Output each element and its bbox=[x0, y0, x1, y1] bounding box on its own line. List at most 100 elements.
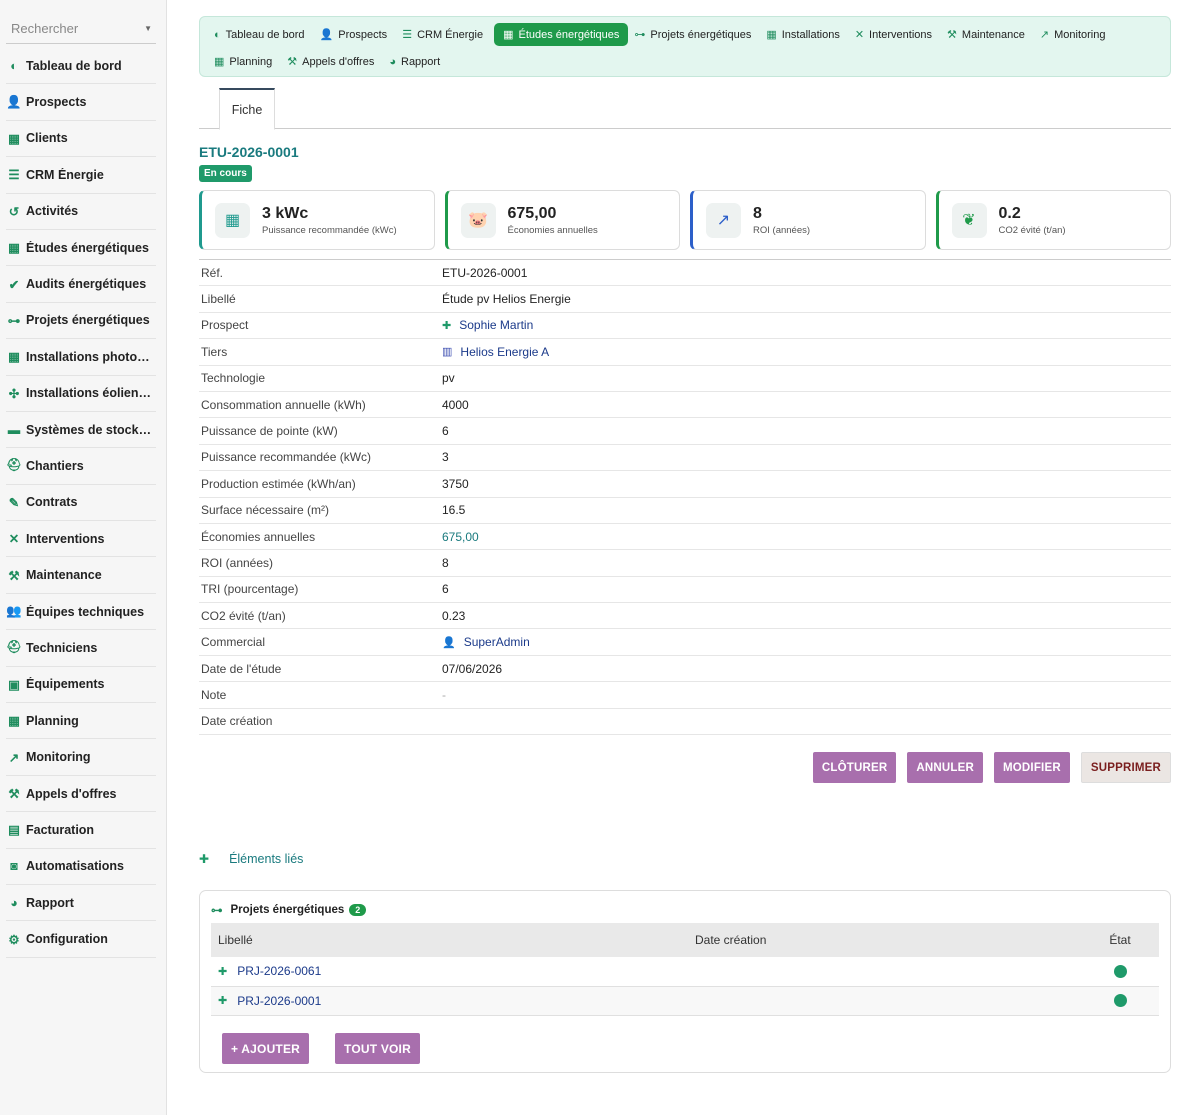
field-row: Commercial 👤 SuperAdmin bbox=[199, 629, 1171, 656]
field-row: Puissance recommandée (kWc) 3 bbox=[199, 445, 1171, 472]
close-button[interactable]: CLÔTURER bbox=[812, 752, 897, 783]
cancel-button[interactable]: ANNULER bbox=[907, 752, 983, 783]
sidebar-item[interactable]: ✕ Interventions bbox=[6, 521, 156, 558]
field-value[interactable]: 👤 SuperAdmin bbox=[442, 635, 530, 649]
sidebar-item[interactable]: ▦ Clients bbox=[6, 121, 156, 158]
sidebar-item[interactable]: ▣ Équipements bbox=[6, 667, 156, 704]
gauge-icon: ◐ bbox=[214, 28, 221, 41]
sidebar-item-label: Installations éoliennes bbox=[26, 386, 156, 401]
user-icon: 👤 bbox=[442, 636, 456, 649]
field-value: 675,00 bbox=[442, 530, 479, 544]
sidebar-item[interactable]: ↺ Activités bbox=[6, 194, 156, 230]
calendar-icon: ▦ bbox=[8, 714, 20, 729]
sidebar-item[interactable]: ☰ CRM Énergie bbox=[6, 157, 156, 194]
sidebar-item[interactable]: ▬ Systèmes de stockage bbox=[6, 412, 156, 449]
field-value[interactable]: ▥ Helios Energie A bbox=[442, 345, 549, 359]
sidebar-item[interactable]: ⚒ Maintenance bbox=[6, 557, 156, 594]
nav-item-label: Rapport bbox=[401, 55, 441, 68]
nav-item[interactable]: ◐ Tableau de bord bbox=[210, 23, 314, 46]
sidebar-item[interactable]: ◙ Automatisations bbox=[6, 849, 156, 885]
sidebar-item[interactable]: ◐ Tableau de bord bbox=[6, 48, 156, 85]
kpi-value: 0.2 bbox=[998, 205, 1021, 222]
sidebar-item[interactable]: ↗ Monitoring bbox=[6, 739, 156, 776]
sidebar-item[interactable]: ⛑ Techniciens bbox=[6, 630, 156, 667]
nav-item[interactable]: ☰ CRM Énergie bbox=[398, 23, 492, 46]
column-header-date[interactable]: Date création bbox=[695, 933, 1081, 947]
field-value-text: 3 bbox=[442, 450, 449, 465]
row-label-cell: ✚ PRJ-2026-0001 bbox=[211, 994, 695, 1008]
field-value-text: 0.23 bbox=[442, 608, 466, 623]
column-header-state[interactable]: État bbox=[1081, 933, 1159, 947]
record-actions: CLÔTURER ANNULER MODIFIER SUPPRIMER bbox=[812, 752, 1171, 783]
nav-item[interactable]: ▦ Installations bbox=[762, 23, 849, 46]
nav-item-label: Interventions bbox=[869, 28, 933, 41]
sidebar-item[interactable]: 👥 Équipes techniques bbox=[6, 594, 156, 631]
field-row: Production estimée (kWh/an) 3750 bbox=[199, 471, 1171, 498]
kpi-text: 0.2 CO2 évité (t/an) bbox=[999, 204, 1066, 236]
search-select[interactable]: Rechercher ▼ bbox=[6, 14, 156, 44]
field-label: Puissance recommandée (kWc) bbox=[201, 450, 372, 465]
sidebar-item[interactable]: ✔ Audits énergétiques bbox=[6, 266, 156, 303]
kpi-cards: ▦ 3 kWc Puissance recommandée (kWc) 🐷 675,00… bbox=[199, 190, 1171, 250]
kpi-value: 8 bbox=[753, 205, 762, 222]
nav-item[interactable]: ↗ Monitoring bbox=[1036, 23, 1115, 46]
sidebar-item[interactable]: ⚙ Configuration bbox=[6, 921, 156, 958]
kpi-label: ROI (années) bbox=[753, 225, 811, 236]
nav-item[interactable]: ⊶ Projets énergétiques bbox=[630, 23, 760, 46]
sidebar-item-label: Prospects bbox=[26, 95, 87, 110]
view-all-button[interactable]: TOUT VOIR bbox=[335, 1033, 420, 1064]
sidebar-item[interactable]: ▦ Études énergétiques bbox=[6, 230, 156, 267]
sidebar-item[interactable]: ▦ Planning bbox=[6, 703, 156, 740]
tab-fiche[interactable]: Fiche bbox=[219, 88, 275, 130]
edit-button[interactable]: MODIFIER bbox=[994, 752, 1070, 783]
row-label-link[interactable]: PRJ-2026-0001 bbox=[237, 994, 321, 1008]
invoice-icon: ▤ bbox=[8, 823, 20, 838]
field-label: Production estimée (kWh/an) bbox=[201, 476, 356, 491]
sidebar-item[interactable]: ⚒ Appels d'offres bbox=[6, 776, 156, 813]
nav-item[interactable]: ◕ Rapport bbox=[385, 50, 449, 73]
sidebar-item-label: Rapport bbox=[26, 895, 74, 910]
sidebar-item[interactable]: ✣ Installations éoliennes bbox=[6, 376, 156, 412]
nav-item[interactable]: 👤 Prospects bbox=[316, 23, 397, 46]
table-row[interactable]: ✚ PRJ-2026-0061 bbox=[211, 957, 1159, 987]
sidebar-item[interactable]: ⛑ Chantiers bbox=[6, 448, 156, 485]
delete-button[interactable]: SUPPRIMER bbox=[1080, 752, 1171, 783]
sidebar-item-label: Systèmes de stockage bbox=[26, 422, 156, 437]
sidebar-item-label: Audits énergétiques bbox=[26, 277, 147, 292]
field-value-text: 675,00 bbox=[442, 529, 479, 544]
nav-item[interactable]: ▦ Planning bbox=[210, 50, 281, 73]
nav-item[interactable]: ⚒ Appels d'offres bbox=[283, 50, 383, 73]
column-header-label[interactable]: Libellé bbox=[211, 933, 695, 947]
status-badge: En cours bbox=[199, 165, 252, 182]
field-value-text: Sophie Martin bbox=[459, 318, 534, 333]
sidebar-item[interactable]: ◕ Rapport bbox=[6, 885, 156, 922]
boxes-icon: ▣ bbox=[8, 677, 20, 692]
nav-item[interactable]: ▦ Études énergétiques bbox=[494, 23, 629, 46]
gavel-icon: ⚒ bbox=[287, 56, 298, 68]
sidebar-item[interactable]: 👤 Prospects bbox=[6, 84, 156, 121]
kpi-card: ▦ 3 kWc Puissance recommandée (kWc) bbox=[199, 190, 435, 250]
nav-item-label: Projets énergétiques bbox=[650, 28, 752, 41]
sidebar-item[interactable]: ⊶ Projets énergétiques bbox=[6, 303, 156, 340]
sidebar-item[interactable]: ✎ Contrats bbox=[6, 485, 156, 522]
table-row[interactable]: ✚ PRJ-2026-0001 bbox=[211, 986, 1159, 1016]
field-label: TRI (pourcentage) bbox=[201, 582, 299, 597]
table-header: Libellé Date création État bbox=[211, 923, 1159, 957]
sidebar-item-label: Chantiers bbox=[26, 458, 84, 473]
field-value: pv bbox=[442, 371, 455, 385]
solar-panel-icon: ▦ bbox=[503, 29, 514, 41]
kpi-text: 8 ROI (années) bbox=[753, 204, 810, 236]
field-value[interactable]: ✚ Sophie Martin bbox=[442, 318, 533, 332]
nav-item[interactable]: ⚒ Maintenance bbox=[943, 23, 1034, 46]
file-signature-icon: ✎ bbox=[8, 495, 20, 510]
wrench-icon: ⚒ bbox=[8, 568, 20, 583]
kpi-label: Puissance recommandée (kWc) bbox=[262, 225, 397, 236]
field-label: Libellé bbox=[201, 292, 236, 307]
sidebar-item[interactable]: ▤ Facturation bbox=[6, 812, 156, 849]
nav-item[interactable]: ✕ Interventions bbox=[851, 23, 941, 46]
wrench-icon: ⚒ bbox=[947, 29, 957, 41]
add-button[interactable]: + AJOUTER bbox=[222, 1033, 310, 1064]
row-label-link[interactable]: PRJ-2026-0061 bbox=[237, 964, 321, 978]
field-row: Technologie pv bbox=[199, 366, 1171, 392]
sidebar-item[interactable]: ▦ Installations photov… bbox=[6, 339, 156, 376]
